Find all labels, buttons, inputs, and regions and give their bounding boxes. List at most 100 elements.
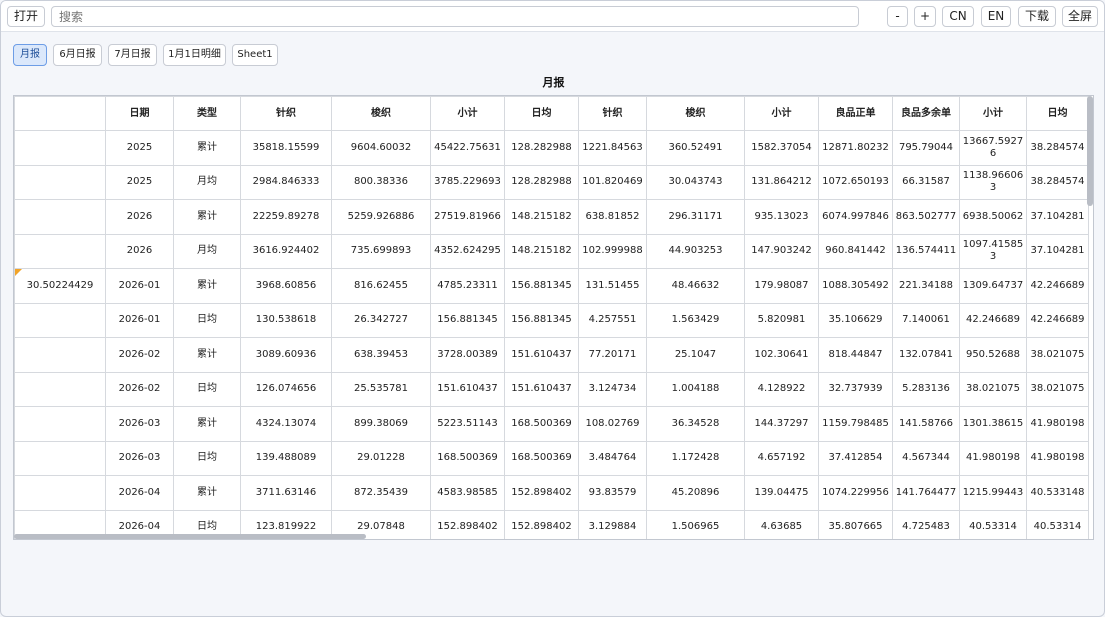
table-cell[interactable]: 36.34528 [646, 406, 745, 442]
table-cell[interactable]: 累计 [173, 475, 241, 511]
table-cell[interactable]: 1088.305492 [818, 268, 893, 304]
table-cell[interactable]: 40.53314 [959, 509, 1027, 539]
table-cell[interactable]: 3.129884 [578, 509, 647, 539]
table-cell[interactable]: 2026 [105, 199, 174, 235]
table-cell[interactable]: 800.38336 [331, 164, 431, 200]
table-cell[interactable]: 5223.51143 [430, 406, 505, 442]
column-header[interactable]: 日期 [105, 96, 174, 131]
table-cell[interactable]: 1215.99443 [959, 475, 1027, 511]
table-cell[interactable]: 5.283136 [892, 371, 960, 407]
lang-cn-button[interactable]: CN [942, 6, 974, 27]
table-cell[interactable]: 2984.846333 [240, 164, 332, 200]
tab-sheet1[interactable]: Sheet1 [232, 44, 278, 66]
table-cell[interactable]: 22259.89278 [240, 199, 332, 235]
table-cell[interactable]: 899.38069 [331, 406, 431, 442]
table-cell[interactable]: 131.864212 [744, 164, 819, 200]
table-cell[interactable]: 128.282988 [504, 164, 579, 200]
table-cell[interactable]: 136.574411 [892, 233, 960, 269]
table-cell[interactable]: 45422.75631 [430, 130, 505, 166]
table-cell[interactable] [14, 406, 106, 442]
table-cell[interactable]: 152.898402 [504, 509, 579, 539]
table-cell[interactable]: 3.484764 [578, 440, 647, 476]
table-cell[interactable]: 44.903253 [646, 233, 745, 269]
table-cell[interactable]: 42.246689 [1026, 302, 1089, 338]
table-cell[interactable]: 2026-03 [105, 406, 174, 442]
table-cell[interactable]: 41.980198 [1026, 406, 1089, 442]
search-input[interactable] [51, 6, 859, 27]
table-cell[interactable]: 6074.997846 [818, 199, 893, 235]
table-cell[interactable]: 102.30641 [744, 337, 819, 373]
column-header[interactable]: 针织 [240, 96, 332, 131]
table-cell[interactable]: 4.128922 [744, 371, 819, 407]
table-cell[interactable]: 130.538618 [240, 302, 332, 338]
column-header[interactable]: 针织 [578, 96, 647, 131]
tab-monthly-report[interactable]: 月报 [13, 44, 47, 66]
table-cell[interactable]: 38.284574 [1026, 130, 1089, 166]
table-cell[interactable] [14, 371, 106, 407]
tab-july-daily[interactable]: 7月日报 [108, 44, 157, 66]
table-cell[interactable]: 141.58766 [892, 406, 960, 442]
table-cell[interactable]: 4.725483 [892, 509, 960, 539]
table-cell[interactable]: 累计 [173, 337, 241, 373]
table-cell[interactable]: 1.172428 [646, 440, 745, 476]
table-cell[interactable]: 4.257551 [578, 302, 647, 338]
table-cell[interactable]: 102.999988 [578, 233, 647, 269]
table-cell[interactable]: 41.980198 [959, 440, 1027, 476]
table-cell[interactable]: 818.44847 [818, 337, 893, 373]
table-cell[interactable]: 月均 [173, 233, 241, 269]
table-cell[interactable]: 32.737939 [818, 371, 893, 407]
table-cell[interactable]: 26.342727 [331, 302, 431, 338]
table-cell[interactable]: 2026-01 [105, 302, 174, 338]
table-cell[interactable]: 795.79044 [892, 130, 960, 166]
table-cell[interactable]: 45.20896 [646, 475, 745, 511]
table-cell[interactable]: 日均 [173, 371, 241, 407]
table-cell[interactable]: 4785.23311 [430, 268, 505, 304]
table-cell[interactable]: 2026-02 [105, 337, 174, 373]
table-cell[interactable]: 93.83579 [578, 475, 647, 511]
table-cell[interactable]: 25.1047 [646, 337, 745, 373]
table-cell[interactable]: 2025 [105, 164, 174, 200]
table-cell[interactable]: 4.63685 [744, 509, 819, 539]
table-cell[interactable] [14, 337, 106, 373]
fullscreen-button[interactable]: 全屏 [1062, 6, 1098, 27]
table-cell[interactable]: 37.104281 [1026, 199, 1089, 235]
table-cell[interactable]: 128.282988 [504, 130, 579, 166]
table-cell[interactable]: 2026 [105, 233, 174, 269]
table-cell[interactable]: 151.610437 [504, 337, 579, 373]
column-header[interactable]: 小计 [430, 96, 505, 131]
table-cell[interactable] [14, 199, 106, 235]
column-header[interactable] [14, 96, 106, 131]
table-cell[interactable]: 29.01228 [331, 440, 431, 476]
table-cell[interactable]: 139.04475 [744, 475, 819, 511]
table-cell[interactable]: 25.535781 [331, 371, 431, 407]
column-header[interactable]: 梭织 [331, 96, 431, 131]
table-cell[interactable]: 152.898402 [504, 475, 579, 511]
tab-jan1-detail[interactable]: 1月1日明细 [163, 44, 226, 66]
table-cell[interactable]: 863.502777 [892, 199, 960, 235]
lang-en-button[interactable]: EN [981, 6, 1011, 27]
table-cell[interactable]: 735.699893 [331, 233, 431, 269]
table-cell[interactable] [14, 440, 106, 476]
table-cell[interactable]: 48.46632 [646, 268, 745, 304]
table-cell[interactable]: 638.39453 [331, 337, 431, 373]
table-cell[interactable]: 4583.98585 [430, 475, 505, 511]
table-cell[interactable]: 141.764477 [892, 475, 960, 511]
table-cell[interactable]: 168.500369 [430, 440, 505, 476]
table-cell[interactable]: 42.246689 [959, 302, 1027, 338]
table-cell[interactable]: 179.98087 [744, 268, 819, 304]
table-cell[interactable]: 30.043743 [646, 164, 745, 200]
table-cell[interactable]: 38.021075 [959, 371, 1027, 407]
table-cell[interactable]: 累计 [173, 268, 241, 304]
tab-june-daily[interactable]: 6月日报 [53, 44, 102, 66]
column-header[interactable]: 日均 [1026, 96, 1089, 131]
column-header[interactable]: 梭织 [646, 96, 745, 131]
table-cell[interactable]: 108.02769 [578, 406, 647, 442]
table-cell[interactable]: 1.563429 [646, 302, 745, 338]
table-cell[interactable]: 156.881345 [504, 268, 579, 304]
table-cell[interactable]: 35.106629 [818, 302, 893, 338]
table-cell[interactable]: 4352.624295 [430, 233, 505, 269]
table-cell[interactable]: 816.62455 [331, 268, 431, 304]
table-cell[interactable] [14, 164, 106, 200]
table-cell[interactable]: 5.820981 [744, 302, 819, 338]
column-header[interactable]: 小计 [959, 96, 1027, 131]
